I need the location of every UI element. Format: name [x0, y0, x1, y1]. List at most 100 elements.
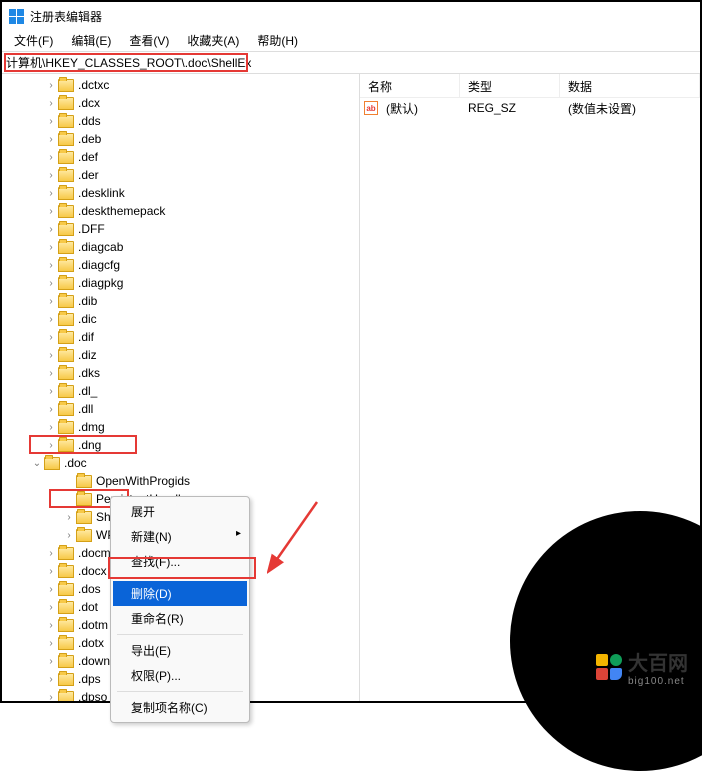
menu-view[interactable]: 查看(V): [121, 30, 177, 51]
chevron-right-icon[interactable]: ›: [44, 366, 58, 380]
chevron-right-icon[interactable]: ›: [44, 114, 58, 128]
chevron-right-icon[interactable]: ›: [44, 240, 58, 254]
tree-item[interactable]: › .dib: [2, 292, 359, 310]
chevron-right-icon[interactable]: ›: [62, 510, 76, 524]
ctx-rename[interactable]: 重命名(R): [113, 606, 247, 631]
ctx-new[interactable]: 新建(N): [113, 524, 247, 549]
chevron-right-icon[interactable]: ›: [44, 222, 58, 236]
chevron-right-icon[interactable]: ›: [44, 186, 58, 200]
tree-item[interactable]: ›.deb: [2, 130, 359, 148]
chevron-right-icon[interactable]: ›: [44, 690, 58, 701]
tree-item[interactable]: › .deskthemepack: [2, 202, 359, 220]
tree-label: .dll: [78, 402, 93, 416]
chevron-right-icon[interactable]: ›: [44, 438, 58, 452]
addressbar[interactable]: 计算机\HKEY_CLASSES_ROOT\.doc\ShellEx: [2, 52, 700, 74]
tree-item[interactable]: › .dif: [2, 328, 359, 346]
tree-label: .doc: [64, 456, 87, 470]
tree-label: .deskthemepack: [78, 204, 165, 218]
tree-item[interactable]: › .DFF: [2, 220, 359, 238]
chevron-right-icon[interactable]: ›: [44, 330, 58, 344]
menu-file[interactable]: 文件(F): [6, 30, 61, 51]
chevron-right-icon[interactable]: ›: [62, 528, 76, 542]
chevron-right-icon[interactable]: ›: [44, 384, 58, 398]
folder-icon: [76, 493, 92, 506]
col-data[interactable]: 数据: [560, 74, 700, 97]
tree-item[interactable]: ›.desklink: [2, 184, 359, 202]
folder-icon: [58, 421, 74, 434]
tree-item[interactable]: ›.dl_: [2, 382, 359, 400]
tree-item[interactable]: › .dmg: [2, 418, 359, 436]
tree-item[interactable]: OpenWithProgids: [2, 472, 359, 490]
folder-icon: [58, 349, 74, 362]
chevron-right-icon[interactable]: ›: [44, 600, 58, 614]
folder-icon: [58, 259, 74, 272]
chevron-right-icon[interactable]: ›: [44, 618, 58, 632]
chevron-right-icon[interactable]: ›: [44, 96, 58, 110]
tree-label: .dib: [78, 294, 97, 308]
ctx-find[interactable]: 查找(F)...: [113, 549, 247, 574]
tree-item[interactable]: ›.diagcfg: [2, 256, 359, 274]
logo-text: 大百网 big100.net: [628, 647, 688, 687]
ctx-delete[interactable]: 删除(D): [113, 581, 247, 606]
chevron-right-icon[interactable]: ›: [44, 78, 58, 92]
reg-string-icon: ab: [364, 101, 378, 115]
chevron-right-icon[interactable]: ›: [44, 546, 58, 560]
chevron-right-icon[interactable]: ›: [44, 168, 58, 182]
menu-help[interactable]: 帮助(H): [249, 30, 306, 51]
chevron-right-icon[interactable]: ›: [44, 294, 58, 308]
tree-item[interactable]: ›.dic: [2, 310, 359, 328]
folder-icon: [58, 673, 74, 686]
menu-edit[interactable]: 编辑(E): [63, 30, 119, 51]
tree-item[interactable]: ›.dds: [2, 112, 359, 130]
ctx-permissions[interactable]: 权限(P)...: [113, 663, 247, 688]
tree-label: .dif: [78, 330, 94, 344]
menubar: 文件(F) 编辑(E) 查看(V) 收藏夹(A) 帮助(H): [2, 30, 700, 52]
app-title: 注册表编辑器: [30, 8, 102, 25]
chevron-right-icon[interactable]: ›: [44, 654, 58, 668]
chevron-right-icon[interactable]: ›: [44, 564, 58, 578]
values-header: 名称 类型 数据: [360, 74, 700, 98]
folder-icon: [58, 223, 74, 236]
tree-item[interactable]: ›.dcx: [2, 94, 359, 112]
chevron-right-icon[interactable]: ›: [44, 132, 58, 146]
tree-item[interactable]: › .dll: [2, 400, 359, 418]
tree-label: .def: [78, 150, 98, 164]
col-name[interactable]: 名称: [360, 74, 460, 97]
tree-item[interactable]: ›.dng: [2, 436, 359, 454]
col-type[interactable]: 类型: [460, 74, 560, 97]
tree-label: .diz: [78, 348, 97, 362]
ctx-expand[interactable]: 展开: [113, 499, 247, 524]
tree-item[interactable]: ›.dctxc: [2, 76, 359, 94]
menu-favorites[interactable]: 收藏夹(A): [179, 30, 247, 51]
folder-icon: [58, 403, 74, 416]
chevron-right-icon[interactable]: ›: [44, 402, 58, 416]
tree-item[interactable]: ⌄ .doc: [2, 454, 359, 472]
ctx-export[interactable]: 导出(E): [113, 638, 247, 663]
chevron-right-icon[interactable]: ›: [44, 636, 58, 650]
tree-item[interactable]: ›.diagcab: [2, 238, 359, 256]
chevron-right-icon[interactable]: ›: [44, 582, 58, 596]
ctx-copy-key-name[interactable]: 复制项名称(C): [113, 695, 247, 720]
chevron-right-icon[interactable]: ›: [44, 420, 58, 434]
chevron-right-icon[interactable]: ›: [44, 150, 58, 164]
tree-item[interactable]: ›.diagpkg: [2, 274, 359, 292]
chevron-right-icon[interactable]: ›: [44, 276, 58, 290]
tree-label: .der: [78, 168, 99, 182]
chevron-down-icon[interactable]: ⌄: [30, 456, 44, 470]
chevron-right-icon[interactable]: ›: [44, 312, 58, 326]
folder-icon: [76, 529, 92, 542]
tree-item[interactable]: › .der: [2, 166, 359, 184]
folder-icon: [58, 187, 74, 200]
chevron-right-icon[interactable]: ›: [44, 348, 58, 362]
chevron-right-icon[interactable]: ›: [44, 258, 58, 272]
tree-item[interactable]: › .diz: [2, 346, 359, 364]
tree-label: .dmg: [78, 420, 105, 434]
value-data: (数值未设置): [564, 100, 700, 117]
chevron-right-icon[interactable]: ›: [44, 204, 58, 218]
tree-item[interactable]: ›.dks: [2, 364, 359, 382]
chevron-right-icon[interactable]: ›: [44, 672, 58, 686]
value-row[interactable]: ab (默认) REG_SZ (数值未设置): [360, 98, 700, 118]
folder-icon: [58, 151, 74, 164]
tree-label: .DFF: [78, 222, 105, 236]
tree-item[interactable]: › .def: [2, 148, 359, 166]
